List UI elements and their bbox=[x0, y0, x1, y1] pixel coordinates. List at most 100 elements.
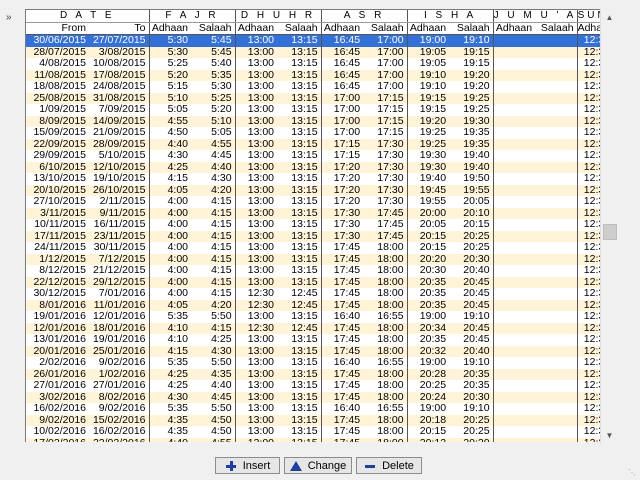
table-cell[interactable]: 20:15 bbox=[407, 426, 450, 438]
table-row[interactable]: 15/09/2015 21/09/2015 4:50 5:05 13:00 13:15 17… bbox=[26, 127, 601, 139]
table-cell[interactable]: 4:10 bbox=[149, 322, 192, 334]
table-cell[interactable]: 12:30 bbox=[577, 184, 601, 196]
table-cell[interactable]: 20:24 bbox=[407, 391, 450, 403]
table-cell[interactable]: 20/10/2015 bbox=[26, 184, 89, 196]
table-cell[interactable]: 19:10 bbox=[449, 403, 494, 415]
table-cell[interactable]: 13:15 bbox=[277, 207, 322, 219]
table-cell[interactable]: 29/09/2015 bbox=[26, 150, 89, 162]
table-cell[interactable]: 12:30 bbox=[577, 81, 601, 93]
table-cell[interactable]: 19:00 bbox=[407, 34, 450, 47]
table-cell[interactable]: 13:00 bbox=[235, 138, 278, 150]
table-cell[interactable]: 4:20 bbox=[191, 184, 236, 196]
table-row[interactable]: 20/10/2015 26/10/2015 4:05 4:20 13:00 13:15 17… bbox=[26, 184, 601, 196]
table-cell[interactable]: 1/02/2016 bbox=[89, 368, 150, 380]
table-cell[interactable]: 19:20 bbox=[449, 69, 494, 81]
table-cell[interactable] bbox=[535, 127, 578, 139]
table-cell[interactable]: 20/01/2016 bbox=[26, 345, 89, 357]
table-row[interactable]: 11/08/2015 17/08/2015 5:20 5:35 13:00 13:15 16… bbox=[26, 69, 601, 81]
table-cell[interactable]: 19:50 bbox=[449, 173, 494, 185]
table-cell[interactable]: 11/08/2015 bbox=[26, 69, 89, 81]
column-header[interactable]: Adhaan bbox=[321, 22, 364, 35]
table-cell[interactable]: 20:35 bbox=[407, 299, 450, 311]
table-cell[interactable]: 16:45 bbox=[321, 34, 364, 47]
table-cell[interactable]: 23/11/2015 bbox=[89, 230, 150, 242]
table-cell[interactable]: 8/12/2015 bbox=[26, 265, 89, 277]
table-cell[interactable] bbox=[535, 196, 578, 208]
table-cell[interactable]: 26/01/2016 bbox=[26, 368, 89, 380]
table-cell[interactable]: 17:20 bbox=[321, 161, 364, 173]
table-cell[interactable]: 17:15 bbox=[363, 115, 408, 127]
table-cell[interactable]: 12:45 bbox=[277, 299, 322, 311]
table-cell[interactable]: 20:35 bbox=[407, 334, 450, 346]
column-header[interactable]: Adhaan bbox=[493, 22, 536, 35]
table-cell[interactable] bbox=[493, 414, 536, 426]
column-header[interactable]: Adhaan bbox=[577, 22, 601, 35]
table-cell[interactable]: 4:25 bbox=[149, 380, 192, 392]
table-cell[interactable]: 13:15 bbox=[277, 380, 322, 392]
table-cell[interactable]: 19:15 bbox=[449, 46, 494, 58]
table-cell[interactable]: 20:34 bbox=[407, 322, 450, 334]
table-cell[interactable]: 13:15 bbox=[277, 334, 322, 346]
group-header[interactable]: SUNDAY DHUHR bbox=[577, 10, 601, 23]
table-cell[interactable] bbox=[535, 334, 578, 346]
delete-button[interactable]: Delete bbox=[356, 457, 422, 474]
table-cell[interactable]: 17:15 bbox=[363, 104, 408, 116]
table-cell[interactable]: 17:45 bbox=[321, 368, 364, 380]
table-cell[interactable]: 20:25 bbox=[449, 230, 494, 242]
table-cell[interactable]: 20:05 bbox=[449, 196, 494, 208]
table-cell[interactable]: 12:30 bbox=[577, 219, 601, 231]
table-cell[interactable]: 13:00 bbox=[235, 34, 278, 47]
table-cell[interactable]: 12:30 bbox=[577, 299, 601, 311]
table-cell[interactable]: 12:30 bbox=[577, 69, 601, 81]
table-cell[interactable]: 4:35 bbox=[149, 426, 192, 438]
table-cell[interactable]: 12:30 bbox=[577, 161, 601, 173]
table-cell[interactable]: 17:30 bbox=[363, 184, 408, 196]
table-cell[interactable] bbox=[535, 34, 578, 47]
table-cell[interactable]: 12/10/2015 bbox=[89, 161, 150, 173]
table-row[interactable]: 24/11/2015 30/11/2015 4:00 4:15 13:00 13:15 17… bbox=[26, 242, 601, 254]
table-cell[interactable]: 17:00 bbox=[363, 46, 408, 58]
table-cell[interactable] bbox=[493, 173, 536, 185]
table-cell[interactable]: 13:15 bbox=[277, 69, 322, 81]
table-cell[interactable]: 20:45 bbox=[449, 322, 494, 334]
table-cell[interactable]: 18:00 bbox=[363, 288, 408, 300]
table-cell[interactable]: 12:30 bbox=[577, 380, 601, 392]
table-cell[interactable]: 19:55 bbox=[449, 184, 494, 196]
table-cell[interactable]: 13:00 bbox=[235, 368, 278, 380]
table-row[interactable]: 3/02/2016 8/02/2016 4:30 4:45 13:00 13:15 17:4… bbox=[26, 391, 601, 403]
table-cell[interactable]: 17:45 bbox=[321, 253, 364, 265]
table-cell[interactable]: 4:50 bbox=[191, 414, 236, 426]
table-cell[interactable]: 4:35 bbox=[149, 414, 192, 426]
table-cell[interactable]: 17:00 bbox=[363, 34, 408, 47]
table-cell[interactable]: 17:20 bbox=[321, 184, 364, 196]
table-cell[interactable] bbox=[493, 311, 536, 323]
table-cell[interactable] bbox=[493, 150, 536, 162]
table-cell[interactable]: 18:00 bbox=[363, 345, 408, 357]
table-cell[interactable]: 19:40 bbox=[407, 173, 450, 185]
table-cell[interactable]: 17:45 bbox=[321, 288, 364, 300]
table-row[interactable]: 3/11/2015 9/11/2015 4:00 4:15 13:00 13:15 17:3… bbox=[26, 207, 601, 219]
table-cell[interactable]: 12:30 bbox=[577, 230, 601, 242]
table-cell[interactable]: 12:30 bbox=[577, 138, 601, 150]
table-cell[interactable]: 4:40 bbox=[149, 138, 192, 150]
table-cell[interactable]: 20:35 bbox=[407, 276, 450, 288]
table-cell[interactable]: 19/01/2016 bbox=[89, 334, 150, 346]
table-cell[interactable]: 12:30 bbox=[577, 276, 601, 288]
table-row[interactable]: 10/02/2016 16/02/2016 4:35 4:50 13:00 13:15 17… bbox=[26, 426, 601, 438]
table-cell[interactable]: 4:25 bbox=[191, 334, 236, 346]
table-cell[interactable]: 4:50 bbox=[149, 127, 192, 139]
table-cell[interactable]: 16:55 bbox=[363, 311, 408, 323]
table-cell[interactable]: 13:00 bbox=[235, 334, 278, 346]
table-cell[interactable]: 20:15 bbox=[407, 230, 450, 242]
table-cell[interactable] bbox=[493, 69, 536, 81]
table-cell[interactable]: 9/11/2015 bbox=[89, 207, 150, 219]
table-cell[interactable]: 13:00 bbox=[235, 219, 278, 231]
table-cell[interactable]: 5:25 bbox=[149, 58, 192, 70]
table-cell[interactable]: 13:00 bbox=[235, 253, 278, 265]
table-cell[interactable]: 5:30 bbox=[149, 46, 192, 58]
table-cell[interactable]: 13:15 bbox=[277, 242, 322, 254]
table-cell[interactable]: 4:45 bbox=[191, 150, 236, 162]
table-cell[interactable]: 13:00 bbox=[235, 414, 278, 426]
table-cell[interactable] bbox=[535, 357, 578, 369]
table-cell[interactable]: 13:00 bbox=[235, 403, 278, 415]
